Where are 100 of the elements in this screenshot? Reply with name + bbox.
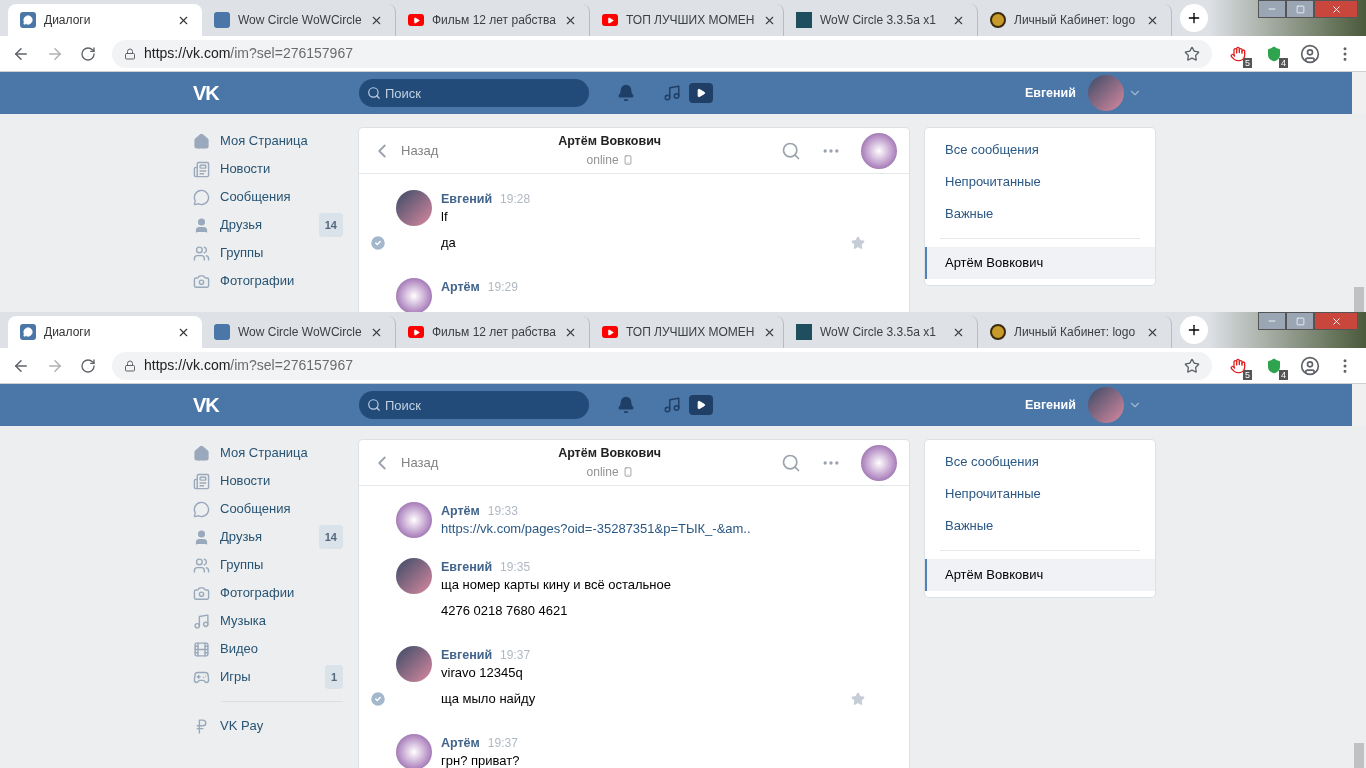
browser-tab[interactable]: Диалоги bbox=[8, 316, 202, 348]
profile-icon[interactable] bbox=[1300, 355, 1320, 376]
filter-item[interactable]: Важные bbox=[925, 510, 1155, 542]
back-button[interactable]: Назад bbox=[371, 139, 439, 162]
message-time: 19:29 bbox=[487, 279, 518, 296]
star-icon[interactable] bbox=[851, 235, 865, 250]
avatar[interactable] bbox=[396, 190, 432, 226]
scrollbar[interactable] bbox=[1352, 384, 1366, 426]
sidebar-item[interactable]: Друзья 14 bbox=[193, 523, 343, 551]
address-bar[interactable]: https://vk.com/im?sel=276157967 bbox=[112, 351, 1212, 380]
avatar[interactable] bbox=[861, 132, 897, 169]
profile-icon[interactable] bbox=[1300, 43, 1320, 64]
phone-icon bbox=[622, 154, 633, 165]
filter-item[interactable]: Непрочитанные bbox=[925, 166, 1155, 198]
tab-title: WoW Circle 3.3.5a x1 bbox=[820, 324, 937, 341]
contact-name[interactable]: Артём Вовкович bbox=[558, 444, 662, 463]
filter-item[interactable]: Все сообщения bbox=[925, 446, 1155, 478]
sidebar-item[interactable]: Видео bbox=[193, 635, 343, 663]
sidebar-item[interactable]: Моя Страница bbox=[193, 127, 343, 155]
selected-check-icon[interactable] bbox=[369, 689, 387, 708]
music-note-icon bbox=[193, 612, 210, 630]
sidebar-item[interactable]: Сообщения bbox=[193, 183, 343, 211]
maximize-icon[interactable] bbox=[1286, 312, 1314, 330]
scrollbar[interactable] bbox=[1352, 72, 1366, 114]
scrollbar-thumb[interactable] bbox=[1354, 743, 1364, 768]
message-text: да bbox=[441, 233, 456, 252]
avatar[interactable] bbox=[396, 558, 432, 594]
play-icon[interactable] bbox=[689, 83, 713, 103]
avatar[interactable] bbox=[861, 444, 897, 481]
contact-name[interactable]: Артём Вовкович bbox=[558, 132, 662, 151]
chat-bubble-icon bbox=[193, 500, 210, 518]
filter-item[interactable]: Важные bbox=[925, 198, 1155, 230]
sender-name[interactable]: Евгений bbox=[441, 558, 493, 577]
search-icon[interactable] bbox=[781, 140, 801, 161]
new-tab-button[interactable] bbox=[1180, 316, 1208, 344]
home-icon bbox=[193, 444, 210, 462]
scrollbar-thumb[interactable] bbox=[1354, 287, 1364, 312]
star-icon[interactable] bbox=[851, 691, 865, 706]
sidebar-item[interactable]: Друзья 14 bbox=[193, 211, 343, 239]
message-link[interactable]: https://vk.com/pages?oid=-35287351&p=ТЫК_-&am.. bbox=[441, 519, 751, 539]
phone-icon bbox=[622, 466, 633, 477]
filter-item[interactable]: Все сообщения bbox=[925, 134, 1155, 166]
square-logo-icon bbox=[796, 12, 812, 28]
url-text: https://vk.com/im?sel=276157967 bbox=[144, 44, 354, 63]
sidebar-item[interactable]: Игры 1 bbox=[193, 663, 343, 691]
search-icon[interactable] bbox=[781, 452, 801, 473]
sidebar-item[interactable]: Музыка bbox=[193, 607, 343, 635]
filter-item[interactable]: Артём Вовкович bbox=[925, 247, 1155, 279]
tab-title: Wow Circle WoWCircle bbox=[238, 324, 362, 341]
search-field[interactable]: Поиск bbox=[359, 391, 589, 419]
search-icon bbox=[367, 398, 381, 412]
tab-title: Личный Кабинет: logo bbox=[1014, 12, 1137, 29]
browser-tab[interactable]: Диалоги bbox=[8, 4, 202, 36]
home-icon bbox=[193, 132, 210, 150]
message-text: 4276 0218 7680 4621 bbox=[441, 601, 568, 620]
sidebar-item[interactable]: Группы bbox=[193, 239, 343, 267]
filter-item[interactable]: Артём Вовкович bbox=[925, 559, 1155, 591]
avatar[interactable] bbox=[396, 278, 432, 312]
sidebar-item[interactable]: Сообщения bbox=[193, 495, 343, 523]
play-icon[interactable] bbox=[689, 395, 713, 415]
bookmark-star-icon[interactable] bbox=[1184, 357, 1200, 374]
tab-title: Диалоги bbox=[44, 12, 92, 29]
message-text: грн? приват? bbox=[441, 752, 520, 768]
reload-icon[interactable] bbox=[80, 357, 96, 374]
sidebar-item[interactable]: VK Pay bbox=[193, 712, 343, 740]
newspaper-icon bbox=[193, 160, 210, 178]
online-status: online bbox=[586, 463, 619, 481]
sidebar-item[interactable]: Моя Страница bbox=[193, 439, 343, 467]
sidebar-item[interactable]: Группы bbox=[193, 551, 343, 579]
plus-icon bbox=[1186, 10, 1202, 26]
url-text: https://vk.com/im?sel=276157967 bbox=[144, 356, 354, 375]
minimize-icon[interactable] bbox=[1258, 312, 1286, 330]
sender-name[interactable]: Евгений bbox=[441, 190, 493, 209]
bookmark-star-icon[interactable] bbox=[1184, 45, 1200, 62]
sender-name[interactable]: Артём bbox=[441, 734, 480, 753]
tab-title: Личный Кабинет: logo bbox=[1014, 324, 1137, 341]
avatar[interactable] bbox=[396, 734, 432, 768]
address-bar[interactable]: https://vk.com/im?sel=276157967 bbox=[112, 39, 1212, 68]
new-tab-button[interactable] bbox=[1180, 4, 1208, 32]
search-field[interactable]: Поиск bbox=[359, 79, 589, 107]
site-logo[interactable]: VK bbox=[193, 390, 343, 420]
sender-name[interactable]: Артём bbox=[441, 502, 480, 521]
user-name[interactable]: Евгений bbox=[1024, 395, 1076, 415]
reload-icon[interactable] bbox=[80, 45, 96, 62]
maximize-icon[interactable] bbox=[1286, 0, 1314, 18]
filter-item[interactable]: Непрочитанные bbox=[925, 478, 1155, 510]
sidebar-item[interactable]: Новости bbox=[193, 155, 343, 183]
minimize-icon[interactable] bbox=[1258, 0, 1286, 18]
sender-name[interactable]: Артём bbox=[441, 278, 480, 297]
avatar[interactable] bbox=[396, 502, 432, 538]
user-name[interactable]: Евгений bbox=[1024, 83, 1076, 103]
sender-name[interactable]: Евгений bbox=[441, 646, 493, 665]
selected-check-icon[interactable] bbox=[369, 233, 387, 252]
site-logo[interactable]: VK bbox=[193, 78, 343, 108]
sidebar-item[interactable]: Фотографии bbox=[193, 579, 343, 607]
lock-icon bbox=[124, 47, 136, 60]
avatar[interactable] bbox=[396, 646, 432, 682]
back-button[interactable]: Назад bbox=[371, 451, 439, 474]
sidebar-item[interactable]: Новости bbox=[193, 467, 343, 495]
sidebar-item[interactable]: Фотографии bbox=[193, 267, 343, 295]
